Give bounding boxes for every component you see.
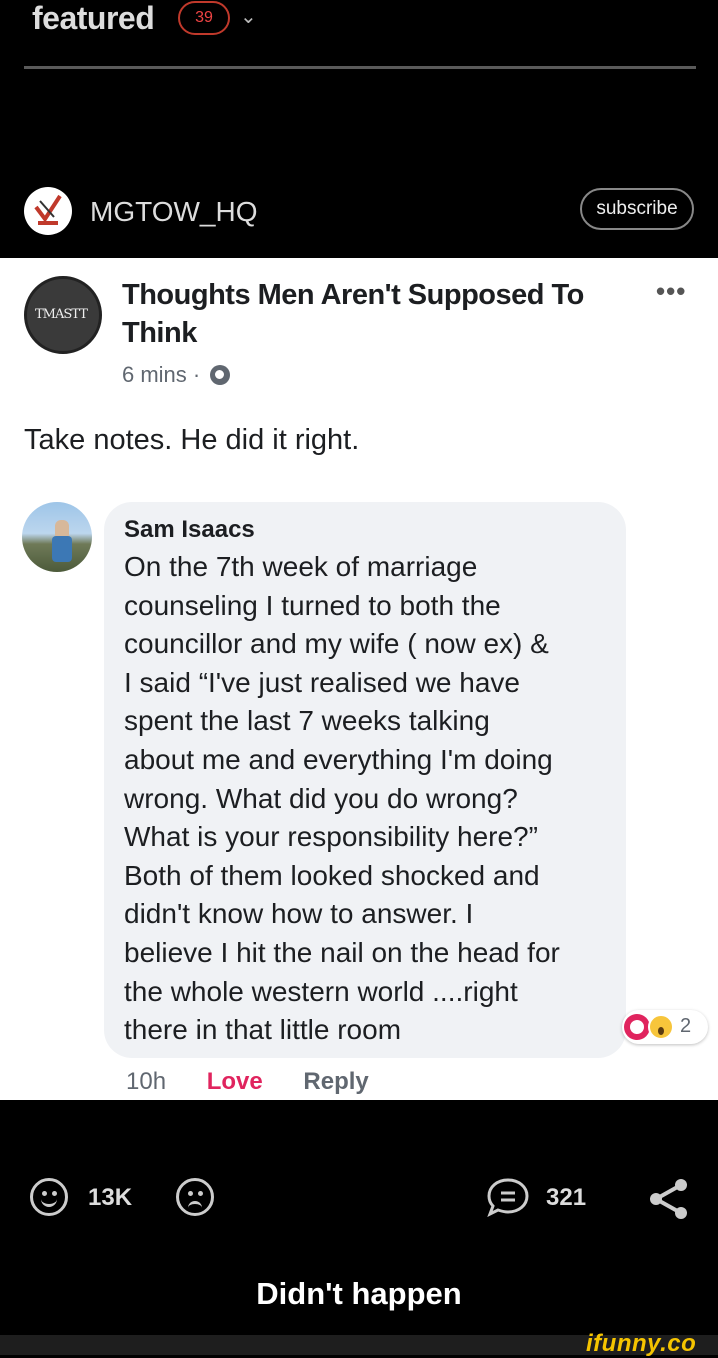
- comment-line: about me and everything I'm doing: [124, 743, 553, 775]
- unsmile-icon[interactable]: [176, 1178, 214, 1216]
- comment-line: What is your responsibility here?”: [124, 821, 538, 853]
- love-reaction-icon: [624, 1014, 650, 1040]
- featured-count-badge: 39: [178, 1, 230, 35]
- globe-icon: [210, 365, 231, 385]
- post-image: TMASTT Thoughts Men Aren't Supposed To T…: [0, 258, 718, 1100]
- smile-count: 13K: [88, 1184, 133, 1211]
- checkmark-logo-icon: [34, 194, 62, 225]
- comment-actions: 10h Love Reply: [126, 1068, 403, 1096]
- author-avatar[interactable]: [24, 187, 72, 235]
- header-divider: [24, 66, 696, 69]
- share-icon[interactable]: [646, 1176, 692, 1222]
- page-name: Thoughts Men Aren't Supposed To Think: [122, 279, 584, 349]
- action-bar: 13K 321: [0, 1172, 718, 1232]
- comment-text: On the 7th week of marriage counseling I…: [124, 548, 614, 1050]
- reaction-count: 2: [680, 1015, 692, 1037]
- featured-tab[interactable]: featured: [32, 0, 155, 37]
- comment-line: On the 7th week of marriage: [124, 551, 478, 582]
- chevron-down-icon[interactable]: ⌄: [240, 4, 257, 29]
- comment-count: 321: [546, 1184, 587, 1211]
- comment-line: spent the last 7 weeks talking: [124, 705, 490, 737]
- post-time: 6 mins: [122, 362, 187, 387]
- meme-title: Didn't happen: [256, 1276, 462, 1311]
- smile-icon[interactable]: [30, 1178, 68, 1216]
- comment-time: 10h: [126, 1068, 167, 1095]
- commenter-name: Sam Isaacs: [124, 516, 255, 543]
- comment-bubble: Sam Isaacs On the 7th week of marriage c…: [104, 502, 626, 1058]
- ifunny-watermark: ifunny.co: [586, 1330, 697, 1357]
- wow-reaction-icon: [648, 1014, 674, 1040]
- comment-line: wrong. What did you do wrong?: [124, 782, 518, 814]
- comment-line: the whole western world ....right: [124, 975, 518, 1007]
- comment-reactions: 2: [622, 1010, 708, 1044]
- top-bar: featured 39 ⌄: [0, 0, 718, 70]
- post-meta: 6 mins ·: [122, 362, 231, 388]
- commenter-avatar: [22, 502, 92, 572]
- page-avatar: TMASTT: [24, 276, 102, 354]
- author-row: MGTOW_HQ subscribe: [0, 180, 718, 240]
- comment-line: counseling I turned to both the: [124, 589, 501, 621]
- comment-line: I said “I've just realised we have: [124, 666, 520, 698]
- comment-love-label: Love: [206, 1068, 263, 1095]
- author-username[interactable]: MGTOW_HQ: [90, 196, 257, 228]
- page-avatar-logo: TMASTT: [35, 307, 88, 322]
- comment-line: Both of them looked shocked and: [124, 859, 540, 891]
- post-caption: Take notes. He did it right.: [24, 424, 360, 456]
- comment-line: councillor and my wife ( now ex) &: [124, 628, 549, 660]
- subscribe-button[interactable]: subscribe: [580, 188, 694, 230]
- more-options-icon: •••: [656, 276, 687, 306]
- comment-line: believe I hit the nail on the head for: [124, 936, 560, 968]
- comment-reply-label: Reply: [303, 1068, 369, 1095]
- comment-line: didn't know how to answer. I: [124, 898, 474, 930]
- comment-line: there in that little room: [124, 1014, 402, 1046]
- comment-icon[interactable]: [486, 1177, 530, 1217]
